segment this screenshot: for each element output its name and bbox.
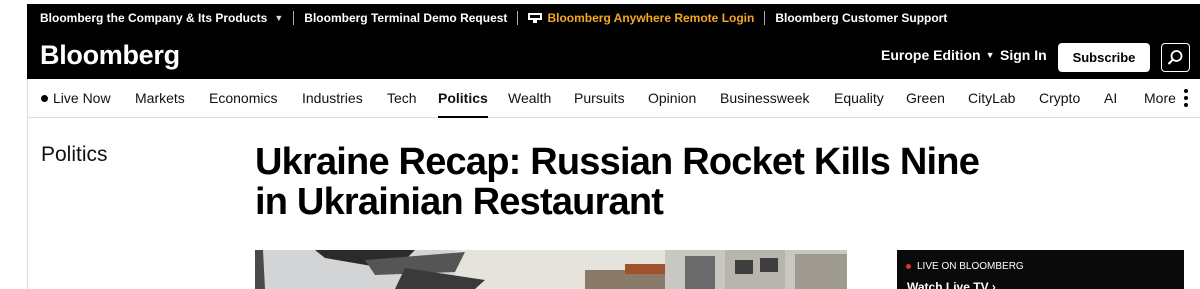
search-icon <box>1167 50 1183 65</box>
nav-item-wealth[interactable]: Wealth <box>508 79 551 118</box>
headline-line-1: Ukraine Recap: Russian Rocket Kills Nine <box>255 141 980 183</box>
live-dot-icon <box>41 95 48 102</box>
nav-item-more[interactable]: More <box>1144 79 1176 118</box>
chevron-down-icon: ▼ <box>985 50 995 60</box>
nav-item-economics[interactable]: Economics <box>209 79 277 118</box>
terminal-demo-link[interactable]: Bloomberg Terminal Demo Request <box>304 11 507 25</box>
monitor-icon <box>528 13 543 23</box>
nav-item-markets[interactable]: Markets <box>135 79 185 118</box>
edition-label: Europe Edition <box>881 47 981 63</box>
nav-item-crypto[interactable]: Crypto <box>1039 79 1080 118</box>
nav-item-opinion[interactable]: Opinion <box>648 79 696 118</box>
page: Bloomberg the Company & Its Products ▼ B… <box>0 0 1200 289</box>
anywhere-login-label: Bloomberg Anywhere Remote Login <box>547 11 755 25</box>
nav-item-ai[interactable]: AI <box>1104 79 1117 118</box>
nav-item-pursuits[interactable]: Pursuits <box>574 79 625 118</box>
nav-item-green[interactable]: Green <box>906 79 945 118</box>
divider <box>517 11 519 25</box>
nav-item-tech[interactable]: Tech <box>387 79 417 118</box>
watch-live-label: Watch Live TV <box>907 280 989 289</box>
company-products-link[interactable]: Bloomberg the Company & Its Products ▼ <box>40 11 283 25</box>
hero-photo <box>255 250 847 289</box>
chevron-right-icon: › <box>991 280 996 289</box>
article-headline: Ukraine Recap: Russian Rocket Kills Nine… <box>255 142 1055 222</box>
headline-line-2: in Ukrainian Restaurant <box>255 181 664 223</box>
divider <box>27 118 28 289</box>
live-tv-panel[interactable]: LIVE ON BLOOMBERG Watch Live TV › <box>897 250 1184 289</box>
live-label-text: LIVE ON BLOOMBERG <box>917 261 1024 272</box>
subscribe-button[interactable]: Subscribe <box>1058 43 1150 72</box>
divider <box>764 11 766 25</box>
more-menu-icon[interactable] <box>1184 89 1189 107</box>
divider <box>293 11 295 25</box>
nav-item-businessweek[interactable]: Businessweek <box>720 79 810 118</box>
site-header: Bloomberg the Company & Its Products ▼ B… <box>27 4 1200 79</box>
bloomberg-logo[interactable]: Bloomberg <box>40 40 180 71</box>
nav-item-live-now[interactable]: Live Now <box>41 79 111 118</box>
company-products-label: Bloomberg the Company & Its Products <box>40 11 268 25</box>
chevron-down-icon: ▼ <box>274 13 284 23</box>
customer-support-link[interactable]: Bloomberg Customer Support <box>775 11 947 25</box>
nav-item-equality[interactable]: Equality <box>834 79 884 118</box>
edition-selector[interactable]: Europe Edition ▼ <box>881 47 994 63</box>
live-dot-icon <box>906 264 911 269</box>
section-label[interactable]: Politics <box>41 143 108 167</box>
article-hero-image <box>255 250 847 289</box>
live-label: LIVE ON BLOOMBERG <box>906 261 1024 272</box>
watch-live-link[interactable]: Watch Live TV › <box>907 280 996 289</box>
utility-bar: Bloomberg the Company & Its Products ▼ B… <box>40 10 947 26</box>
nav-item-label: Live Now <box>53 90 111 106</box>
search-button[interactable] <box>1161 43 1190 72</box>
anywhere-login-link[interactable]: Bloomberg Anywhere Remote Login <box>528 11 754 25</box>
nav-item-politics[interactable]: Politics <box>438 79 488 118</box>
nav-item-industries[interactable]: Industries <box>302 79 363 118</box>
nav-item-citylab[interactable]: CityLab <box>968 79 1015 118</box>
sign-in-link[interactable]: Sign In <box>1000 47 1047 63</box>
main-nav: Live Now Markets Economics Industries Te… <box>27 79 1200 118</box>
